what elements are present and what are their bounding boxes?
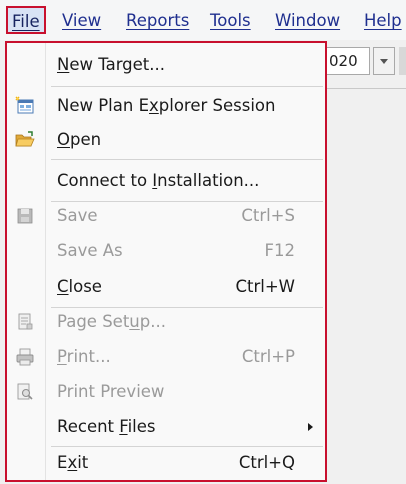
print-preview-icon: [15, 382, 35, 402]
menu-separator: [51, 86, 323, 87]
menu-item-print[interactable]: Print... Ctrl+P: [7, 340, 325, 374]
menu-item-label: Page Setup...: [57, 312, 166, 331]
toolbar-edge: [399, 47, 406, 75]
menu-item-label: Exit: [57, 453, 89, 472]
menu-item-open[interactable]: Open: [7, 123, 325, 157]
toolbar-combo[interactable]: 020: [322, 47, 370, 75]
printer-icon: [15, 347, 35, 367]
menu-item-connect-to-installation[interactable]: Connect to Installation...: [7, 164, 325, 198]
menu-item-shortcut: Ctrl+Q: [238, 453, 295, 472]
menu-item-close[interactable]: Close Ctrl+W: [7, 270, 325, 304]
menu-view[interactable]: View: [62, 8, 101, 34]
submenu-arrow-icon: [308, 423, 313, 431]
file-menu-dropdown: New Target... New Plan Explorer Session: [5, 41, 327, 482]
menu-item-new-target[interactable]: New Target...: [7, 48, 325, 82]
menu-item-shortcut: Ctrl+S: [241, 206, 295, 225]
menu-item-new-plan-explorer-session[interactable]: New Plan Explorer Session: [7, 89, 325, 123]
menu-item-label: Print...: [57, 347, 111, 366]
menu-item-shortcut: Ctrl+W: [235, 277, 296, 296]
open-folder-icon: [15, 130, 35, 150]
menu-reports[interactable]: Reports: [126, 8, 189, 34]
menu-item-shortcut: Ctrl+P: [241, 347, 295, 366]
menu-item-label: New Target...: [57, 55, 166, 74]
menu-item-shortcut: F12: [264, 241, 296, 260]
menu-item-label: Close: [57, 277, 102, 296]
menu-item-label: New Plan Explorer Session: [57, 96, 276, 115]
menu-bar: File View Reports Tools Window Help: [0, 0, 406, 40]
save-disk-icon: [15, 206, 35, 226]
menu-item-label: Recent Files: [57, 417, 156, 436]
menu-item-save[interactable]: Save Ctrl+S: [7, 199, 325, 233]
toolbar-divider: [322, 88, 406, 89]
menu-item-recent-files[interactable]: Recent Files: [7, 410, 325, 444]
menu-item-label: Print Preview: [57, 382, 165, 401]
menu-item-label: Connect to Installation...: [57, 171, 260, 190]
menu-item-print-preview[interactable]: Print Preview: [7, 375, 325, 409]
page-setup-icon: [15, 312, 35, 332]
menu-item-label: Save: [57, 206, 98, 225]
menu-separator: [51, 159, 323, 160]
menu-file[interactable]: File: [6, 6, 46, 34]
menu-item-page-setup[interactable]: Page Setup...: [7, 305, 325, 339]
combo-dropdown-button[interactable]: [373, 47, 395, 75]
menu-item-label: Save As: [57, 241, 123, 260]
menu-help[interactable]: Help: [364, 8, 402, 34]
menu-item-label: Open: [57, 130, 102, 149]
menu-tools[interactable]: Tools: [210, 8, 251, 34]
menu-item-save-as[interactable]: Save As F12: [7, 234, 325, 268]
menu-window[interactable]: Window: [275, 8, 340, 34]
menu-item-exit[interactable]: Exit Ctrl+Q: [7, 446, 325, 480]
plan-explorer-icon: [15, 96, 35, 116]
